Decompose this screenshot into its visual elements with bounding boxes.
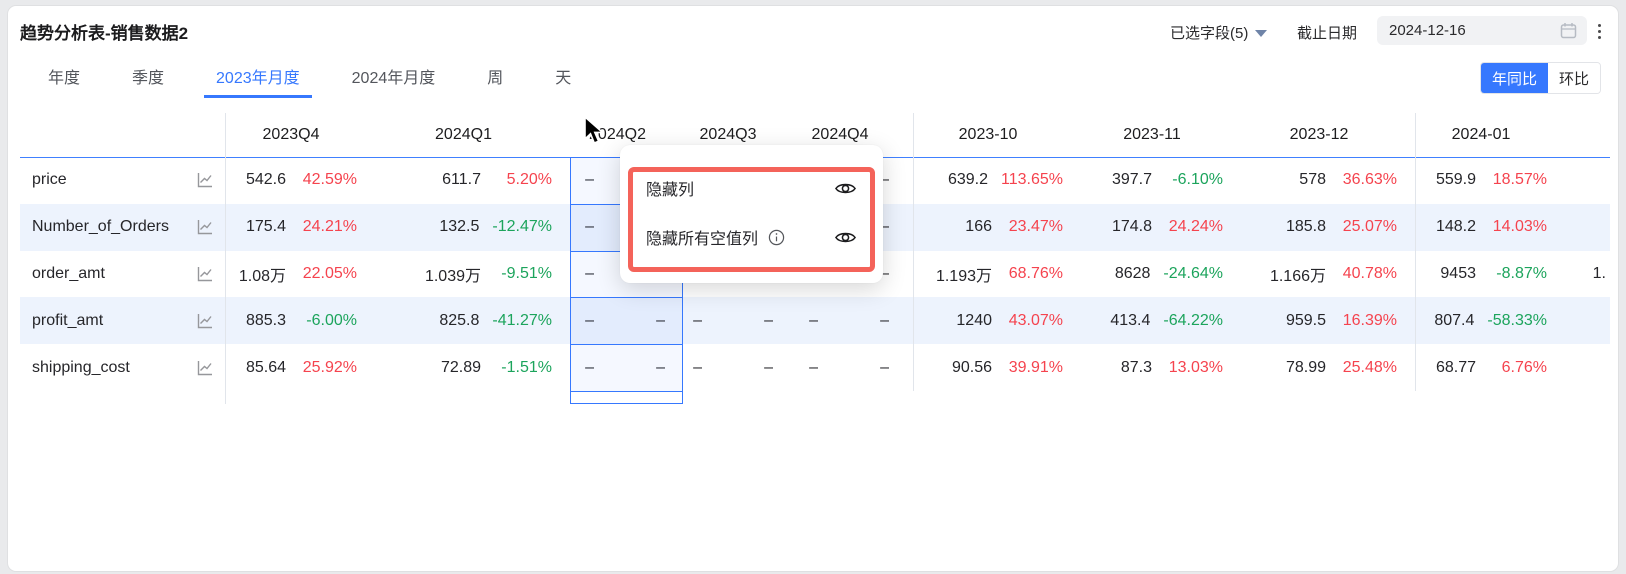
column-header-2023-10[interactable]: 2023-10 [913, 112, 1081, 157]
deadline-label: 截止日期 [1297, 25, 1358, 42]
column-header-2023Q4[interactable]: 2023Q4 [225, 112, 375, 157]
menu-item-label: 隐藏列 [646, 182, 695, 199]
value-cell[interactable]: 542.6 42.59% [225, 157, 375, 204]
column-header-2024Q1[interactable]: 2024Q1 [375, 112, 570, 157]
overflow-cell [1565, 344, 1610, 391]
overflow-cell: 1. [1592, 264, 1606, 282]
period-tabs: 年度 季度 2023年月度 2024年月度周天 [36, 56, 583, 98]
report-panel: 趋势分析表-销售数据2 已选字段(5) 截止日期 2024-12-16 年度 季度… [8, 6, 1618, 571]
column-header-2023-11[interactable]: 2023-11 [1081, 112, 1241, 157]
trend-chart-icon[interactable] [195, 217, 215, 237]
toggle-mom-button[interactable]: 环比 [1548, 63, 1601, 93]
column-divider [913, 113, 914, 391]
column-divider [1415, 113, 1416, 391]
menu-item-label: 隐藏所有空值列 [646, 225, 785, 249]
calendar-icon [1560, 23, 1577, 39]
column-context-menu: 隐藏列隐藏所有空值列 [620, 145, 883, 283]
value-cell[interactable]: 825.8 -41.27% [375, 297, 570, 344]
value-cell[interactable]: 1.039万 -9.51% [375, 251, 570, 298]
row-label-cell: Number_of_Orders [20, 204, 225, 251]
table-row-profit_amt: profit_amt 885.3 -6.00% 825.8 -41.27% – – – – – –1… [20, 297, 1610, 345]
trend-chart-icon[interactable] [195, 170, 215, 190]
value-cell[interactable]: 559.9 18.57% [1415, 157, 1565, 204]
metric-name: shipping_cost [32, 358, 130, 376]
more-options-icon[interactable] [1591, 17, 1607, 45]
eye-visibility-icon[interactable] [834, 226, 857, 249]
row-label-cell: order_amt [20, 251, 225, 298]
value-cell[interactable]: 166 23.47% [913, 204, 1081, 251]
tab-2023年月度[interactable]: 2023年月度 [204, 56, 312, 98]
row-label-cell: price [20, 157, 225, 204]
trend-chart-icon[interactable] [195, 311, 215, 331]
trend-chart-icon[interactable] [195, 264, 215, 284]
column-divider [225, 113, 226, 404]
compare-toggle: 年同比 环比 [1480, 62, 1602, 94]
metric-name: order_amt [32, 264, 105, 282]
row-label-cell: profit_amt [20, 297, 225, 344]
table-row-shipping_cost: shipping_cost 85.64 25.92% 72.89 -1.51% – – – – –… [20, 344, 1610, 391]
info-icon[interactable] [768, 229, 785, 246]
menu-item-hide-empty-columns[interactable]: 隐藏所有空值列 [620, 215, 883, 259]
tab-2024年月度[interactable]: 2024年月度 [340, 56, 448, 98]
value-cell[interactable]: 8628 -24.64% [1081, 251, 1241, 298]
eye-visibility-icon[interactable] [834, 177, 857, 200]
toggle-yoy-button[interactable]: 年同比 [1481, 63, 1549, 93]
value-cell[interactable]: 959.5 16.39% [1241, 297, 1415, 344]
value-cell[interactable]: 78.99 25.48% [1241, 344, 1415, 391]
metric-name: price [32, 171, 67, 189]
value-cell[interactable]: –– [683, 344, 791, 391]
value-cell[interactable]: 132.5 -12.47% [375, 204, 570, 251]
value-cell[interactable]: 578 36.63% [1241, 157, 1415, 204]
value-cell[interactable]: –– [791, 344, 907, 391]
selected-fields-label: 已选字段(5) [1170, 25, 1249, 42]
value-cell[interactable]: 175.4 24.21% [225, 204, 375, 251]
value-cell[interactable]: 397.7 -6.10% [1081, 157, 1241, 204]
value-cell[interactable]: 68.77 6.76% [1415, 344, 1565, 391]
value-cell[interactable]: 90.56 39.91% [913, 344, 1081, 391]
value-cell[interactable]: 1240 43.07% [913, 297, 1081, 344]
value-cell[interactable]: 185.8 25.07% [1241, 204, 1415, 251]
trend-chart-icon[interactable] [195, 358, 215, 378]
value-cell[interactable]: 885.3 -6.00% [225, 297, 375, 344]
value-cell[interactable]: 413.4 -64.22% [1081, 297, 1241, 344]
tab-年度[interactable]: 年度 [36, 56, 92, 98]
overflow-cell [1565, 204, 1610, 251]
value-cell[interactable]: 1.193万 68.76% [913, 251, 1081, 298]
metric-name: profit_amt [32, 311, 104, 329]
column-header-2024-01[interactable]: 2024-01 [1415, 112, 1565, 157]
tab-周[interactable]: 周 [475, 56, 515, 98]
value-cell[interactable]: –– [683, 297, 791, 344]
value-cell[interactable]: 1.166万 40.78% [1241, 251, 1415, 298]
column-header-2023-12[interactable]: 2023-12 [1241, 112, 1415, 157]
overflow-cell [1565, 297, 1610, 344]
page-title: 趋势分析表-销售数据2 [20, 24, 189, 43]
metric-name: Number_of_Orders [32, 218, 169, 236]
menu-item-hide-column[interactable]: 隐藏列 [620, 166, 883, 210]
value-cell[interactable]: 87.3 13.03% [1081, 344, 1241, 391]
value-cell[interactable]: 148.2 14.03% [1415, 204, 1565, 251]
tab-天[interactable]: 天 [543, 56, 583, 98]
chevron-down-icon [1255, 30, 1268, 37]
value-cell[interactable]: 85.64 25.92% [225, 344, 375, 391]
value-cell[interactable]: –– [570, 297, 683, 344]
value-cell[interactable]: 611.7 5.20% [375, 157, 570, 204]
selected-fields-dropdown[interactable]: 已选字段(5) [1170, 22, 1268, 43]
value-cell[interactable]: 72.89 -1.51% [375, 344, 570, 391]
value-cell[interactable]: 807.4 -58.33% [1415, 297, 1565, 344]
value-cell[interactable]: 9453 -8.87% [1415, 251, 1565, 298]
value-cell[interactable]: –– [791, 297, 907, 344]
tab-季度[interactable]: 季度 [120, 56, 176, 98]
date-value: 2024-12-16 [1389, 22, 1466, 39]
value-cell[interactable]: 174.8 24.24% [1081, 204, 1241, 251]
deadline-date-input[interactable]: 2024-12-16 [1377, 16, 1587, 45]
value-cell[interactable]: 1.08万 22.05% [225, 251, 375, 298]
row-label-cell: shipping_cost [20, 344, 225, 391]
value-cell[interactable]: –– [570, 344, 683, 391]
value-cell[interactable]: 639.2 113.65% [913, 157, 1081, 204]
overflow-cell [1565, 157, 1610, 204]
